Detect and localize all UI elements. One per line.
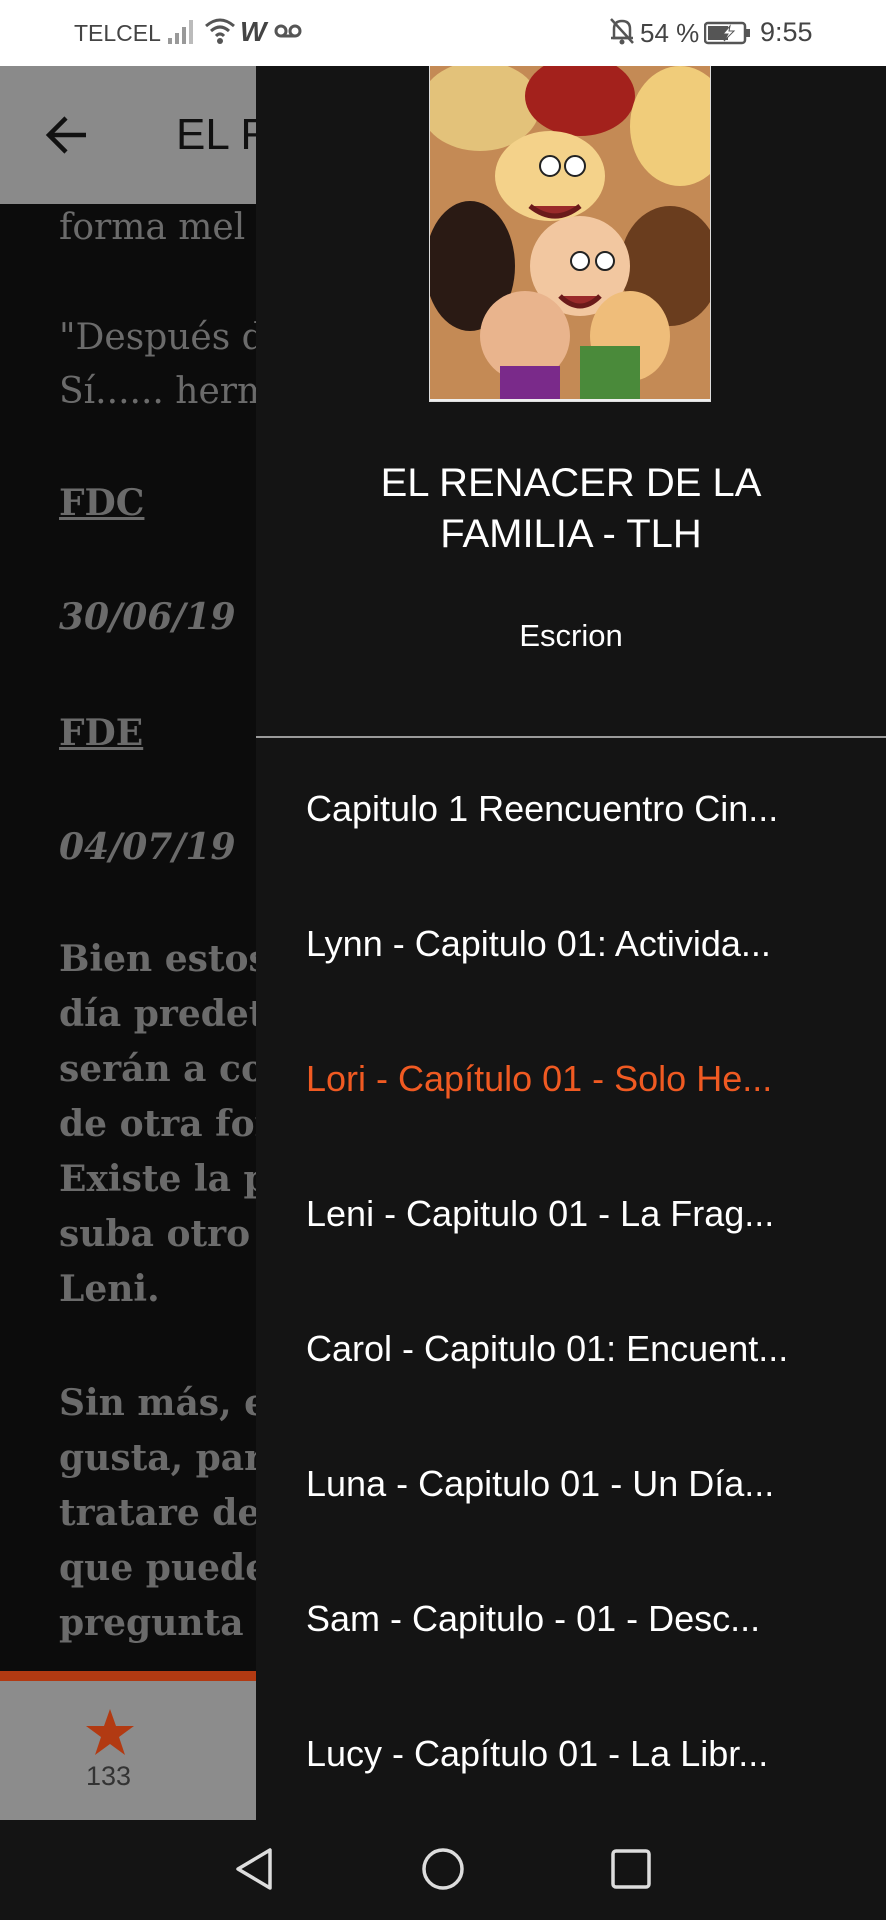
voicemail-icon (274, 24, 302, 38)
chapter-item-current[interactable]: Lori - Capítulo 01 - Solo He... (256, 1008, 886, 1143)
text-line: Leni. (59, 1268, 160, 1310)
text-line: de otra for (59, 1103, 274, 1145)
text-line: Sin más, e (59, 1382, 268, 1424)
text-line: Bien estos (59, 938, 269, 980)
text-line: "Después d (59, 317, 265, 358)
text-line: Sí...... herm (59, 371, 272, 412)
chapter-item[interactable]: Luna - Capitulo 01 - Un Día... (256, 1413, 886, 1548)
text-line: suba otro (59, 1213, 251, 1255)
battery-percent: 54 % (640, 18, 700, 48)
chapter-item[interactable]: Carol - Capitulo 01: Encuent... (256, 1278, 886, 1413)
text-line: FDC (59, 482, 145, 524)
story-author[interactable]: Escrion (256, 618, 886, 654)
signal-icon (168, 20, 193, 44)
carrier-name: TELCEL (74, 20, 161, 46)
battery-charging-icon (704, 21, 750, 45)
story-title: EL RENACER DE LA FAMILIA - TLH (256, 458, 886, 560)
text-line: FDE (59, 712, 144, 754)
chapter-item[interactable]: Capitulo 1 Reencuentro Cin... (256, 738, 886, 873)
story-cover-image (429, 66, 711, 402)
nav-home-icon[interactable] (420, 1846, 466, 1892)
text-line: forma mel (59, 207, 246, 248)
chapter-item[interactable]: Sam - Capitulo - 01 - Desc... (256, 1548, 886, 1683)
chapter-item[interactable]: Lucy - Capítulo 01 - La Libr... (256, 1683, 886, 1818)
story-title-line-2: FAMILIA - TLH (440, 512, 702, 556)
chapter-list: Capitulo 1 Reencuentro Cin... Lynn - Cap… (256, 738, 886, 1818)
bell-off-icon (610, 18, 634, 45)
chapter-item[interactable]: Lynn - Capitulo 01: Activida... (256, 873, 886, 1008)
table-of-contents-drawer: EL RENACER DE LA FAMILIA - TLH Escrion C… (256, 66, 886, 1820)
story-title-line-1: EL RENACER DE LA (380, 461, 762, 505)
text-line: tratare de (59, 1492, 261, 1534)
chapter-item[interactable]: Leni - Capitulo 01 - La Frag... (256, 1143, 886, 1278)
text-line: pregunta d (59, 1602, 282, 1644)
text-line: día predet (59, 993, 266, 1035)
nav-recents-icon[interactable] (608, 1846, 654, 1892)
back-arrow-icon[interactable] (44, 112, 90, 158)
wifi-icon (205, 18, 235, 44)
text-line: que puede (59, 1547, 269, 1589)
status-bar: TELCEL W 54 % 9:55 (0, 0, 886, 66)
system-nav-bar (0, 1820, 886, 1920)
text-line: gusta, par (59, 1437, 264, 1479)
clock: 9:55 (760, 17, 813, 47)
w-app-icon: W (240, 16, 267, 47)
text-line: Existe la p (59, 1158, 269, 1200)
text-line: 30/06/19 (59, 596, 236, 638)
nav-back-icon[interactable] (232, 1846, 278, 1892)
text-line: 04/07/19 (59, 826, 236, 868)
text-line: serán a co (59, 1048, 265, 1090)
vote-count: 133 (86, 1761, 132, 1791)
star-icon[interactable] (84, 1707, 136, 1757)
